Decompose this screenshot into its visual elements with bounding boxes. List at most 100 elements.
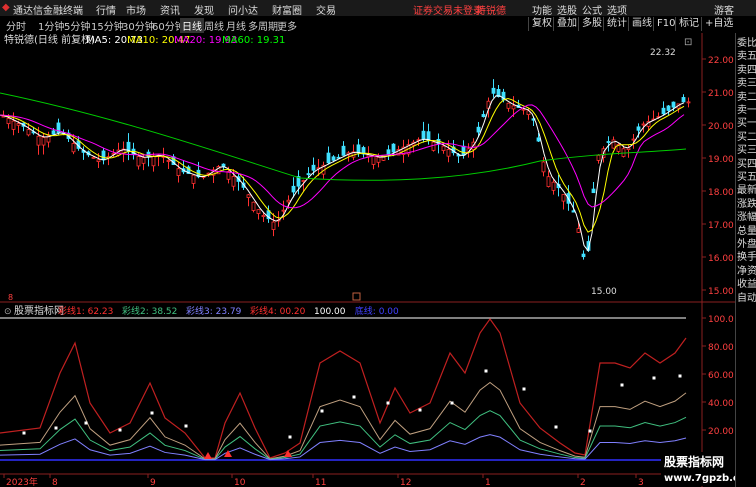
candle-body — [251, 201, 256, 211]
candle-body — [561, 194, 566, 202]
tf-1min[interactable]: 1分钟 — [38, 18, 64, 33]
indicator-settings-icon[interactable]: ⊙ — [4, 307, 12, 317]
time-tick-label: 10 — [234, 478, 246, 487]
tf-15min[interactable]: 15分钟 — [91, 18, 124, 33]
menu-guest[interactable]: 游客 — [714, 2, 734, 17]
candle-body — [421, 130, 426, 140]
collapse-icon[interactable]: ⊡ — [684, 37, 692, 48]
add-watchlist-button[interactable]: +自选 — [701, 17, 736, 31]
menu-news[interactable]: 资讯 — [160, 2, 180, 17]
time-tick-label: 11 — [315, 478, 326, 487]
candle-body — [681, 97, 686, 103]
indicator-marker — [418, 408, 422, 412]
login-notice[interactable]: 证券交易未登录 — [413, 2, 483, 17]
indicator-tick-label: 100.0 — [708, 315, 734, 325]
candle-body — [356, 144, 361, 154]
indicator-legend-item: 100.00 — [314, 307, 346, 317]
indicator-marker — [288, 435, 292, 439]
tf-5min[interactable]: 5分钟 — [64, 18, 90, 33]
tf-intraday[interactable]: 分时 — [6, 18, 26, 33]
menu-trade[interactable]: 交易 — [316, 2, 336, 17]
stats-button[interactable]: 统计 — [603, 17, 630, 31]
quote-field-label: 换手 — [737, 252, 756, 264]
quote-field-label: 卖三 — [737, 78, 756, 90]
candle-body — [521, 108, 526, 111]
candle-body — [671, 101, 676, 108]
tf-weekly[interactable]: 周线 — [204, 18, 224, 33]
title-bar: ◆ 通达信金融终端 行情 市场 资讯 发现 问小达 财富圈 交易 证券交易未登录… — [0, 0, 756, 17]
chart-area[interactable]: 特锐德(日线 前复权) MA5: 20.73 MA10: 20.47 MA20:… — [0, 33, 735, 487]
time-tick-label: 12 — [400, 478, 411, 487]
candle-body — [151, 155, 156, 167]
low-label: 15.00 — [591, 287, 617, 297]
mark-button[interactable]: 标记 — [675, 17, 702, 31]
multi-stock-button[interactable]: 多股 — [578, 17, 605, 31]
indicator-legend-item: 彩线4: 00.20 — [250, 305, 306, 317]
indicator-tick-label: 80.00 — [708, 343, 734, 353]
candle-body — [391, 143, 396, 153]
indicator-marker — [150, 411, 154, 415]
price-tick-label: 15.00 — [708, 287, 734, 297]
menu-function[interactable]: 功能 — [532, 2, 552, 17]
menu-formula[interactable]: 公式 — [582, 2, 602, 17]
candle-body — [231, 176, 236, 187]
menu-discover[interactable]: 发现 — [194, 2, 214, 17]
indicator-tick-label: 20.00 — [708, 427, 734, 437]
candle-body — [441, 145, 446, 151]
indicator-legend-item: 彩线3: 23.79 — [186, 305, 242, 317]
candle-body — [506, 102, 511, 109]
tf-30min[interactable]: 30分钟 — [122, 18, 155, 33]
candle-body — [291, 185, 296, 193]
candle-body — [101, 150, 106, 161]
indicator-marker — [652, 376, 656, 380]
price-tick-label: 18.00 — [708, 188, 734, 198]
quote-field-label: 收益 — [737, 279, 756, 291]
quote-field-label: 自动 — [737, 292, 756, 304]
candle-body — [271, 221, 276, 230]
candle-body — [491, 87, 496, 94]
time-tick-label: 2 — [580, 478, 586, 487]
quote-field-label: 买二 — [737, 131, 756, 143]
tf-daily[interactable]: 日线 — [180, 18, 204, 33]
price-tick-label: 17.00 — [708, 221, 734, 231]
price-tick-label: 19.00 — [708, 155, 734, 165]
news-badge[interactable]: 财讯 — [681, 290, 699, 302]
tf-more[interactable]: 更多 — [277, 18, 297, 33]
price-tick-label: 21.00 — [708, 89, 734, 99]
candle-body — [481, 114, 486, 118]
overlay-button[interactable]: 叠加 — [553, 17, 580, 31]
candle-body — [96, 159, 101, 162]
chart-title: 特锐德(日线 前复权) — [4, 33, 95, 46]
quote-field-label: 涨跌 — [737, 198, 756, 210]
candle-body — [581, 253, 586, 258]
candle-body — [576, 228, 581, 233]
menu-assistant[interactable]: 问小达 — [228, 2, 258, 17]
indicator-marker — [320, 409, 324, 413]
price-tick-label: 16.00 — [708, 254, 734, 264]
menu-options[interactable]: 选项 — [607, 2, 627, 17]
period-badge: 8 — [8, 293, 13, 302]
indicator-marker — [484, 369, 488, 373]
indicator-marker — [522, 387, 526, 391]
draw-line-button[interactable]: 画线 — [628, 17, 655, 31]
candle-body — [551, 181, 556, 191]
menu-wealth[interactable]: 财富圈 — [272, 2, 302, 17]
candle-body — [386, 149, 391, 155]
price-tick-label: 20.00 — [708, 122, 734, 132]
tf-multi[interactable]: 多周期 — [248, 18, 278, 33]
indicator-marker — [554, 425, 558, 429]
candle-body — [631, 138, 636, 141]
quote-field-label: 卖五 — [737, 51, 756, 63]
quote-field-label: 外盘 — [737, 239, 756, 250]
menu-quotes[interactable]: 行情 — [96, 2, 116, 17]
indicator-legend-item: 底线: 0.00 — [355, 305, 399, 317]
menu-market[interactable]: 市场 — [126, 2, 146, 17]
quote-field-label: 买一 — [737, 118, 756, 130]
quote-field-label: 最新 — [737, 185, 756, 197]
menu-screener[interactable]: 选股 — [557, 2, 577, 17]
indicator-marker — [678, 374, 682, 378]
adjust-button[interactable]: 复权 — [528, 17, 555, 31]
candle-body — [281, 209, 286, 212]
high-label: 22.32 — [650, 48, 676, 58]
tf-monthly[interactable]: 月线 — [226, 18, 246, 33]
